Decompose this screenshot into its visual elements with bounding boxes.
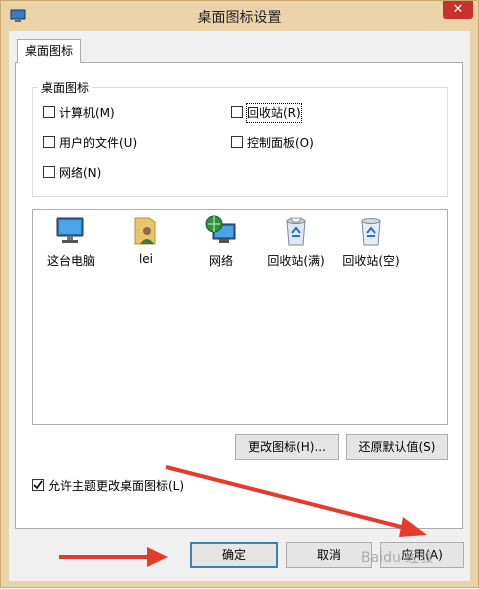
icon-list[interactable]: 这台电脑 lei 网络 回收站(满) 回收站(空)	[32, 209, 448, 425]
change-icon-button[interactable]: 更改图标(H)...	[235, 434, 339, 460]
ok-button[interactable]: 确定	[190, 542, 278, 568]
checkbox-label: 计算机(M)	[59, 106, 115, 120]
tab-panel: 桌面图标 计算机(M) 回收站(R) 用户的文件(U) 控制面板(O) 网络(N…	[15, 62, 463, 529]
title-bar[interactable]: 桌面图标设置 ✕	[1, 1, 478, 31]
icon-item-recycle-bin-full[interactable]: 回收站(满)	[261, 214, 331, 269]
checkbox-label: 允许主题更改桌面图标(L)	[48, 479, 185, 493]
checkbox-label: 用户的文件(U)	[59, 136, 138, 150]
cancel-button[interactable]: 取消	[286, 542, 372, 568]
icon-label: lei	[138, 252, 154, 266]
icon-label: 回收站(空)	[342, 254, 400, 268]
recycle-bin-full-icon	[286, 217, 306, 246]
watermark: Baidu 经验	[361, 550, 434, 566]
close-button[interactable]: ✕	[443, 1, 473, 19]
user-folder-icon	[134, 217, 156, 245]
tab-desktop-icons[interactable]: 桌面图标	[17, 39, 82, 63]
recycle-bin-empty-icon	[361, 218, 381, 246]
icon-label: 这台电脑	[46, 254, 95, 268]
checkbox-label: 回收站(R)	[246, 103, 302, 123]
icon-item-this-pc[interactable]: 这台电脑	[36, 214, 106, 269]
group-legend: 桌面图标	[38, 79, 93, 96]
checkbox-box[interactable]	[43, 106, 55, 118]
checkbox-box[interactable]	[43, 166, 55, 178]
computer-icon	[56, 217, 84, 243]
checkbox-box[interactable]	[43, 136, 55, 148]
icon-item-network[interactable]: 网络	[186, 214, 256, 269]
window-title: 桌面图标设置	[197, 10, 282, 26]
icon-label: 回收站(满)	[267, 254, 325, 268]
restore-default-button[interactable]: 还原默认值(S)	[346, 434, 448, 460]
checkbox-label: 网络(N)	[59, 166, 102, 180]
checkbox-box[interactable]	[231, 136, 243, 148]
checkbox-box[interactable]	[231, 106, 243, 118]
dialog-client-area: 桌面图标 桌面图标 计算机(M) 回收站(R) 用户的文件(U) 控制面板(O)…	[9, 31, 470, 581]
network-globe-icon	[205, 215, 236, 243]
icon-item-user-folder[interactable]: lei	[111, 214, 181, 266]
checkbox-label: 控制面板(O)	[247, 136, 314, 150]
desktop-icons-group: 桌面图标 计算机(M) 回收站(R) 用户的文件(U) 控制面板(O) 网络(N…	[32, 79, 448, 197]
dialog-window: 桌面图标设置 ✕ 桌面图标 桌面图标 计算机(M) 回收站(R) 用户的文件(U…	[0, 0, 479, 588]
icon-item-recycle-bin-empty[interactable]: 回收站(空)	[336, 214, 406, 269]
icon-label: 网络	[208, 254, 233, 268]
checkmark-icon	[33, 480, 43, 490]
